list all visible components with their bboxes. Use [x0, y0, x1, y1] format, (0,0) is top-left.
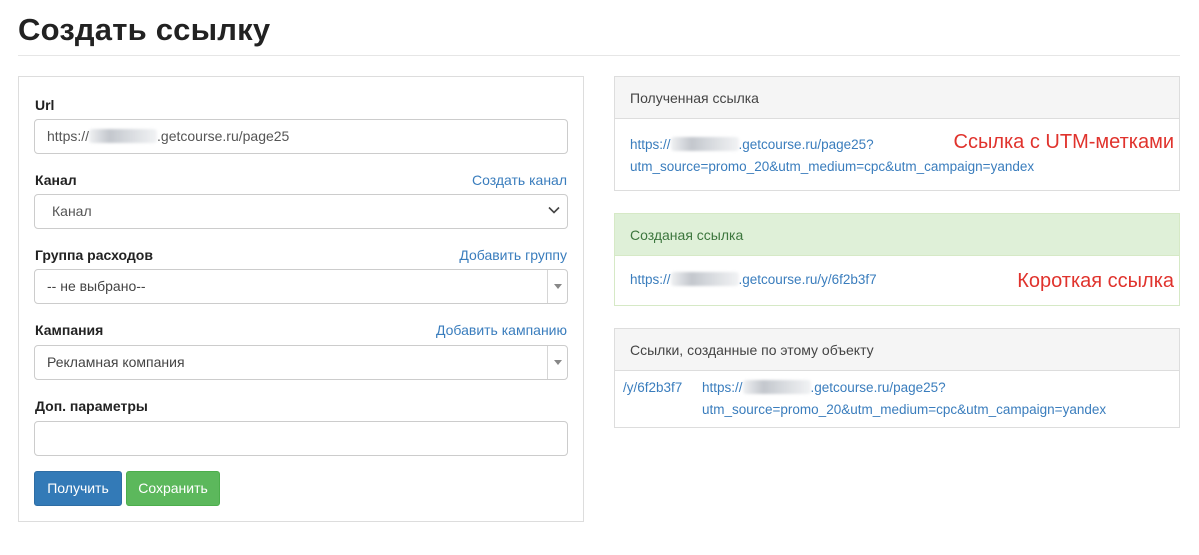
- object-long-link[interactable]: https:// .getcourse.ru/page25? utm_source…: [702, 377, 1106, 421]
- object-long-link-params: utm_source=promo_20&utm_medium=cpc&utm_c…: [702, 402, 1107, 417]
- created-link-suffix: .getcourse.ru/y/6f2b3f7: [738, 272, 877, 287]
- page-title: Создать ссылку: [18, 12, 271, 47]
- channel-label: Канал: [35, 172, 77, 188]
- extra-params-input[interactable]: [34, 421, 568, 456]
- get-button[interactable]: Получить: [34, 471, 122, 506]
- object-links-heading: Ссылки, созданные по этому объекту: [615, 329, 1179, 371]
- chevron-down-icon: [547, 195, 561, 228]
- expense-group-label: Группа расходов: [35, 247, 153, 263]
- utm-annotation: Ссылка с UTM-метками: [953, 131, 1175, 153]
- received-link-suffix: .getcourse.ru/page25?: [738, 137, 874, 152]
- received-link-heading: Полученная ссылка: [615, 77, 1179, 119]
- campaign-selected-value: Рекламная компания: [47, 354, 185, 370]
- object-short-link[interactable]: /y/6f2b3f7: [623, 377, 682, 399]
- redacted-blur-icon: [742, 380, 811, 394]
- url-input[interactable]: https:// .getcourse.ru/page25: [34, 119, 568, 154]
- short-link-annotation: Короткая ссылка: [1017, 270, 1174, 292]
- received-link-prefix: https://: [630, 137, 671, 152]
- channel-select[interactable]: Канал: [34, 194, 568, 229]
- object-long-link-suffix: .getcourse.ru/page25?: [810, 380, 946, 395]
- created-link-prefix: https://: [630, 272, 671, 287]
- received-link-params: utm_source=promo_20&utm_medium=cpc&utm_c…: [630, 159, 1035, 174]
- title-divider: [18, 55, 1180, 56]
- create-link-form: Url https:// .getcourse.ru/page25 Канал С…: [18, 76, 584, 522]
- redacted-blur-icon: [89, 129, 158, 143]
- redacted-blur-icon: [670, 272, 739, 286]
- expense-group-selected-value: -- не выбрано--: [47, 278, 146, 294]
- save-button[interactable]: Сохранить: [126, 471, 220, 506]
- url-value-suffix: .getcourse.ru/page25: [157, 128, 290, 144]
- dropdown-arrow-icon[interactable]: [547, 270, 567, 303]
- table-row: /y/6f2b3f7 https:// .getcourse.ru/page25?…: [615, 371, 1179, 428]
- created-link-heading: Созданая ссылка: [615, 214, 1179, 256]
- add-campaign-link[interactable]: Добавить кампанию: [436, 322, 567, 338]
- url-label: Url: [35, 97, 55, 113]
- add-group-link[interactable]: Добавить группу: [459, 247, 567, 263]
- received-link-panel: Полученная ссылка https:// .getcourse.ru/…: [614, 76, 1180, 191]
- object-links-panel: Ссылки, созданные по этому объекту /y/6f…: [614, 328, 1180, 428]
- object-long-link-prefix: https://: [702, 380, 743, 395]
- channel-selected-value: Канал: [52, 203, 92, 219]
- extra-params-label: Доп. параметры: [35, 398, 148, 414]
- create-channel-link[interactable]: Создать канал: [472, 172, 567, 188]
- dropdown-arrow-icon[interactable]: [547, 346, 567, 379]
- campaign-select[interactable]: Рекламная компания: [34, 345, 568, 380]
- campaign-label: Кампания: [35, 322, 104, 338]
- expense-group-select[interactable]: -- не выбрано--: [34, 269, 568, 304]
- created-link-panel: Созданая ссылка https:// .getcourse.ru/y/…: [614, 213, 1180, 306]
- created-link-url[interactable]: https:// .getcourse.ru/y/6f2b3f7: [630, 269, 877, 291]
- redacted-blur-icon: [670, 137, 739, 151]
- url-value-prefix: https://: [47, 128, 90, 144]
